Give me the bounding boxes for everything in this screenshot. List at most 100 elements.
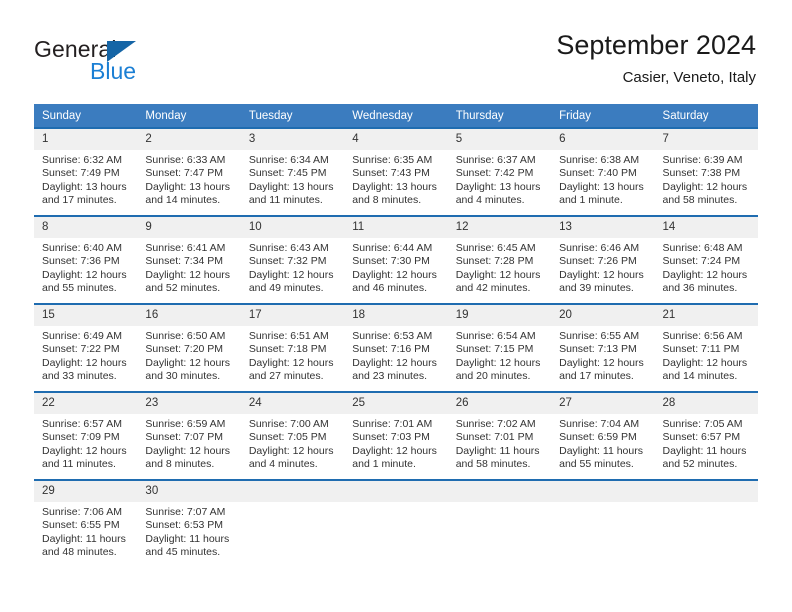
calendar-page: General Blue September 2024 Casier, Vene… xyxy=(0,0,792,612)
sunset-text: Sunset: 7:28 PM xyxy=(455,255,534,268)
sunrise-text: Sunrise: 6:37 AM xyxy=(455,154,536,166)
calendar-grid: Sunday Monday Tuesday Wednesday Thursday… xyxy=(34,104,758,567)
day-cell[interactable]: 26 Sunrise: 7:02 AM Sunset: 7:01 PM Dayligh… xyxy=(447,391,552,479)
sunset-text: Sunset: 7:30 PM xyxy=(352,255,430,268)
sunset-text: Sunset: 7:03 PM xyxy=(352,431,430,444)
day-cell[interactable]: 14 Sunrise: 6:48 AM Sunset: 7:24 PM Dayligh… xyxy=(654,215,758,303)
sunrise-text: Sunrise: 6:51 AM xyxy=(248,330,329,342)
general-blue-logo[interactable]: General Blue xyxy=(34,36,234,92)
day-cell[interactable]: 28 Sunrise: 7:05 AM Sunset: 6:57 PM Dayligh… xyxy=(654,391,758,479)
day-cell-empty xyxy=(240,479,345,567)
daylight-text-line1: Daylight: 12 hours xyxy=(662,180,748,193)
sunset-text: Sunset: 6:57 PM xyxy=(662,431,741,444)
calendar-week-row: 15 Sunrise: 6:49 AM Sunset: 7:22 PM Dayligh… xyxy=(34,303,758,391)
day-details: Sunrise: 6:51 AM Sunset: 7:18 PM Daylight:… xyxy=(241,326,344,384)
day-number: 19 xyxy=(447,305,552,326)
day-details: Sunrise: 6:34 AM Sunset: 7:45 PM Daylight:… xyxy=(241,150,344,208)
day-cell[interactable]: 20 Sunrise: 6:55 AM Sunset: 7:13 PM Dayligh… xyxy=(551,303,655,391)
daylight-text-line1: Daylight: 12 hours xyxy=(455,268,541,281)
calendar-week-row: 29 Sunrise: 7:06 AM Sunset: 6:55 PM Dayligh… xyxy=(34,479,758,567)
day-number: 5 xyxy=(447,129,552,150)
day-details: Sunrise: 7:06 AM Sunset: 6:55 PM Daylight:… xyxy=(34,502,137,560)
daylight-text-line1: Daylight: 12 hours xyxy=(559,268,644,281)
sunset-text: Sunset: 7:13 PM xyxy=(559,343,637,356)
daylight-text-line2: and 4 minutes. xyxy=(455,194,525,207)
sunrise-text: Sunrise: 7:02 AM xyxy=(455,418,536,430)
day-details: Sunrise: 6:53 AM Sunset: 7:16 PM Daylight:… xyxy=(344,326,447,384)
day-cell[interactable]: 18 Sunrise: 6:53 AM Sunset: 7:16 PM Dayligh… xyxy=(344,303,448,391)
day-number: 18 xyxy=(344,305,448,326)
day-cell[interactable]: 5 Sunrise: 6:37 AM Sunset: 7:42 PM Daylight… xyxy=(447,127,552,215)
daylight-text-line1: Daylight: 12 hours xyxy=(248,268,334,281)
day-details: Sunrise: 6:57 AM Sunset: 7:09 PM Daylight:… xyxy=(34,414,137,472)
day-cell[interactable]: 30 Sunrise: 7:07 AM Sunset: 6:53 PM Dayligh… xyxy=(137,479,241,567)
day-details: Sunrise: 6:46 AM Sunset: 7:26 PM Daylight:… xyxy=(551,238,654,296)
day-details: Sunrise: 7:07 AM Sunset: 6:53 PM Daylight:… xyxy=(137,502,240,560)
daylight-text-line2: and 1 minute. xyxy=(559,194,623,207)
daylight-text-line2: and 17 minutes. xyxy=(42,194,117,207)
day-number: 9 xyxy=(137,217,241,238)
day-cell[interactable]: 10 Sunrise: 6:43 AM Sunset: 7:32 PM Dayligh… xyxy=(240,215,345,303)
day-number: 6 xyxy=(551,129,655,150)
day-cell[interactable]: 6 Sunrise: 6:38 AM Sunset: 7:40 PM Daylight… xyxy=(551,127,655,215)
daylight-text-line1: Daylight: 12 hours xyxy=(662,268,748,281)
daylight-text-line1: Daylight: 13 hours xyxy=(42,180,127,193)
day-cell[interactable]: 23 Sunrise: 6:59 AM Sunset: 7:07 PM Dayligh… xyxy=(137,391,241,479)
day-cell[interactable]: 12 Sunrise: 6:45 AM Sunset: 7:28 PM Dayligh… xyxy=(447,215,552,303)
sunrise-text: Sunrise: 7:07 AM xyxy=(145,506,226,518)
day-cell[interactable]: 7 Sunrise: 6:39 AM Sunset: 7:38 PM Daylight… xyxy=(654,127,758,215)
sunset-text: Sunset: 7:38 PM xyxy=(662,167,741,180)
day-cell[interactable]: 29 Sunrise: 7:06 AM Sunset: 6:55 PM Dayligh… xyxy=(34,479,138,567)
sunrise-text: Sunrise: 6:43 AM xyxy=(248,242,329,254)
day-cell[interactable]: 16 Sunrise: 6:50 AM Sunset: 7:20 PM Dayligh… xyxy=(137,303,241,391)
daylight-text-line2: and 14 minutes. xyxy=(145,194,221,207)
day-cell[interactable]: 27 Sunrise: 7:04 AM Sunset: 6:59 PM Dayligh… xyxy=(551,391,655,479)
day-details: Sunrise: 6:33 AM Sunset: 7:47 PM Daylight:… xyxy=(137,150,240,208)
day-details: Sunrise: 6:32 AM Sunset: 7:49 PM Daylight:… xyxy=(34,150,137,208)
calendar-header-row: Sunday Monday Tuesday Wednesday Thursday… xyxy=(34,104,758,127)
sunset-text: Sunset: 7:49 PM xyxy=(42,167,120,180)
day-cell[interactable]: 25 Sunrise: 7:01 AM Sunset: 7:03 PM Dayligh… xyxy=(344,391,448,479)
day-cell[interactable]: 22 Sunrise: 6:57 AM Sunset: 7:09 PM Dayligh… xyxy=(34,391,138,479)
day-details: Sunrise: 6:41 AM Sunset: 7:34 PM Daylight:… xyxy=(137,238,240,296)
day-number: 13 xyxy=(551,217,655,238)
sunrise-text: Sunrise: 6:54 AM xyxy=(455,330,536,342)
day-cell[interactable]: 17 Sunrise: 6:51 AM Sunset: 7:18 PM Dayligh… xyxy=(240,303,345,391)
daylight-text-line2: and 27 minutes. xyxy=(248,370,324,383)
day-cell[interactable]: 9 Sunrise: 6:41 AM Sunset: 7:34 PM Daylight… xyxy=(137,215,241,303)
day-cell[interactable]: 3 Sunrise: 6:34 AM Sunset: 7:45 PM Daylight… xyxy=(240,127,345,215)
calendar-week-row: 1 Sunrise: 6:32 AM Sunset: 7:49 PM Daylight… xyxy=(34,127,758,215)
daylight-text-line2: and 55 minutes. xyxy=(42,282,117,295)
sunrise-text: Sunrise: 7:06 AM xyxy=(42,506,122,518)
day-cell[interactable]: 8 Sunrise: 6:40 AM Sunset: 7:36 PM Daylight… xyxy=(34,215,138,303)
day-cell[interactable]: 13 Sunrise: 6:46 AM Sunset: 7:26 PM Dayligh… xyxy=(551,215,655,303)
day-cell-empty xyxy=(344,479,448,567)
daylight-text-line2: and 8 minutes. xyxy=(145,458,215,471)
day-cell[interactable]: 24 Sunrise: 7:00 AM Sunset: 7:05 PM Dayligh… xyxy=(240,391,345,479)
day-cell[interactable]: 19 Sunrise: 6:54 AM Sunset: 7:15 PM Dayligh… xyxy=(447,303,552,391)
daylight-text-line2: and 30 minutes. xyxy=(145,370,221,383)
day-number: 29 xyxy=(34,481,138,502)
day-number: 11 xyxy=(344,217,448,238)
day-number: 14 xyxy=(654,217,758,238)
sunrise-text: Sunrise: 6:40 AM xyxy=(42,242,122,254)
sunrise-text: Sunrise: 6:46 AM xyxy=(559,242,640,254)
day-cell[interactable]: 11 Sunrise: 6:44 AM Sunset: 7:30 PM Dayligh… xyxy=(344,215,448,303)
day-number xyxy=(447,481,552,502)
day-details: Sunrise: 6:44 AM Sunset: 7:30 PM Daylight:… xyxy=(344,238,447,296)
daylight-text-line2: and 36 minutes. xyxy=(662,282,738,295)
sunrise-text: Sunrise: 6:55 AM xyxy=(559,330,640,342)
weekday-header-sunday: Sunday xyxy=(34,104,138,127)
day-cell[interactable]: 2 Sunrise: 6:33 AM Sunset: 7:47 PM Daylight… xyxy=(137,127,241,215)
daylight-text-line1: Daylight: 12 hours xyxy=(42,268,127,281)
day-cell[interactable]: 1 Sunrise: 6:32 AM Sunset: 7:49 PM Daylight… xyxy=(34,127,138,215)
sunset-text: Sunset: 7:16 PM xyxy=(352,343,430,356)
day-number: 3 xyxy=(240,129,345,150)
day-cell[interactable]: 4 Sunrise: 6:35 AM Sunset: 7:43 PM Daylight… xyxy=(344,127,448,215)
day-cell[interactable]: 15 Sunrise: 6:49 AM Sunset: 7:22 PM Dayligh… xyxy=(34,303,138,391)
sunset-text: Sunset: 7:40 PM xyxy=(559,167,637,180)
day-details: Sunrise: 7:02 AM Sunset: 7:01 PM Daylight:… xyxy=(448,414,551,472)
sunset-text: Sunset: 6:53 PM xyxy=(145,519,224,532)
daylight-text-line2: and 4 minutes. xyxy=(248,458,318,471)
day-cell[interactable]: 21 Sunrise: 6:56 AM Sunset: 7:11 PM Dayligh… xyxy=(654,303,758,391)
